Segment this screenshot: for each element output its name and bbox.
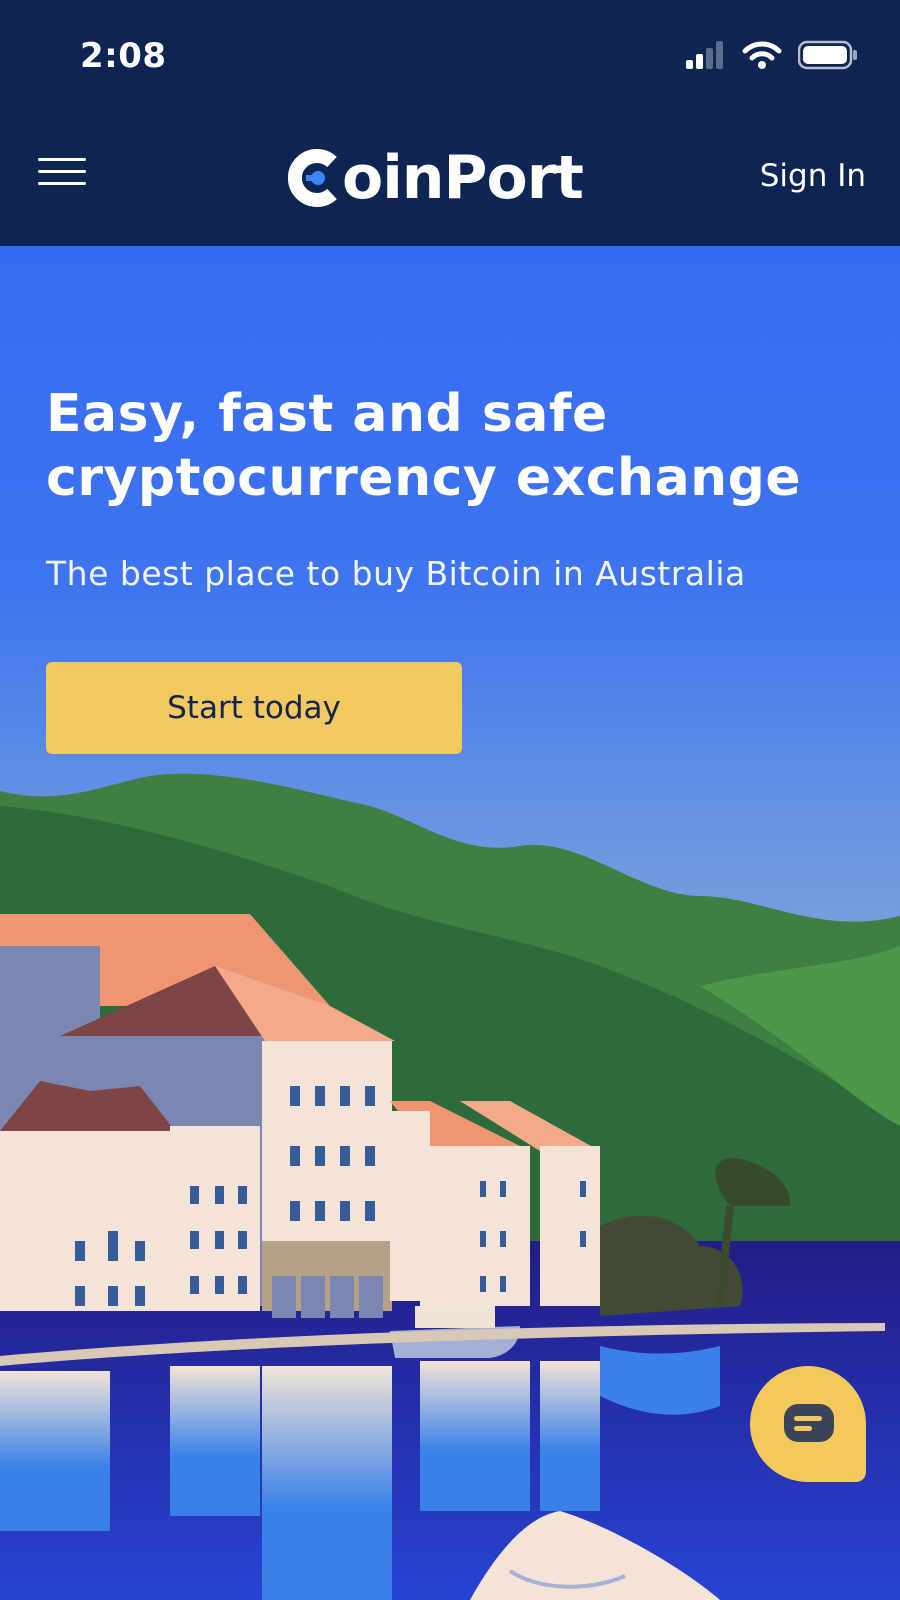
coinport-logo[interactable]: oinPort [287,138,584,218]
battery-icon [798,40,857,70]
hamburger-menu-icon[interactable] [38,158,86,196]
logo-text: oinPort [342,143,584,213]
cellular-signal-icon [686,41,723,69]
start-today-button[interactable]: Start today [46,662,462,754]
chat-bubble-icon [784,1404,834,1442]
hero-subtitle: The best place to buy Bitcoin in Austral… [46,554,746,593]
logo-coin-mark [287,148,340,208]
status-icons [686,40,858,70]
top-navbar: oinPort Sign In [0,108,900,246]
chat-button[interactable] [750,1366,866,1482]
status-time: 2:08 [80,36,167,76]
wifi-icon [742,41,782,69]
status-bar: 2:08 [0,0,900,108]
hero-title: Easy, fast and safe cryptocurrency excha… [46,384,802,508]
sign-in-link[interactable]: Sign In [760,158,866,194]
